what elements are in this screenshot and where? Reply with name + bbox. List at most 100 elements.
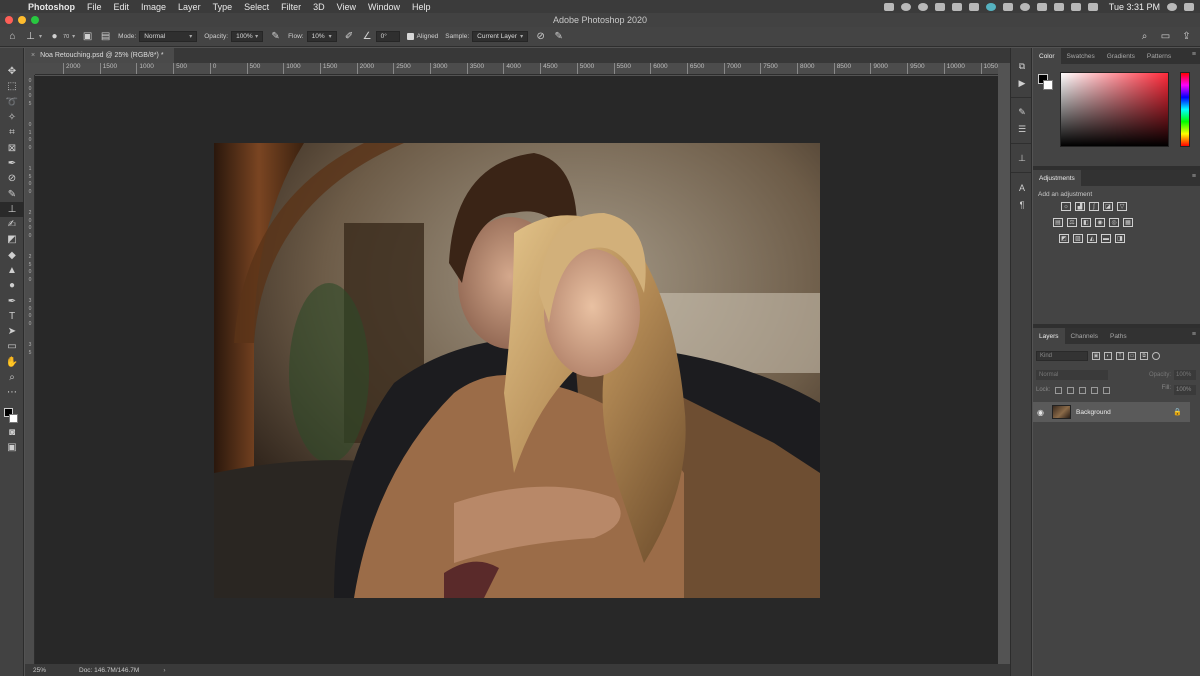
paragraph-panel-icon[interactable]: ¶ <box>1011 196 1033 213</box>
smart-object-filter-icon[interactable]: ⧉ <box>1140 352 1148 360</box>
lock-image-icon[interactable] <box>1067 386 1075 394</box>
exposure-icon[interactable]: ◪ <box>1103 202 1113 211</box>
color-lookup-icon[interactable]: ▦ <box>1123 218 1133 227</box>
black-white-icon[interactable]: ◧ <box>1081 218 1091 227</box>
angle-input[interactable]: 0° <box>375 31 400 42</box>
path-select-tool-icon[interactable]: ➤ <box>0 324 24 339</box>
tab-color[interactable]: Color <box>1033 48 1061 64</box>
quick-select-tool-icon[interactable]: ✧ <box>0 110 24 125</box>
close-tab-icon[interactable]: × <box>31 52 35 59</box>
menu-window[interactable]: Window <box>362 2 406 12</box>
document-image[interactable] <box>214 143 820 598</box>
menu-file[interactable]: File <box>81 2 108 12</box>
hand-tool-icon[interactable]: ✋ <box>0 355 24 370</box>
character-panel-icon[interactable]: A <box>1011 179 1033 196</box>
aligned-checkbox[interactable] <box>406 33 414 40</box>
crop-tool-icon[interactable]: ⌗ <box>0 125 24 140</box>
panel-menu-icon[interactable]: ≡ <box>1192 173 1196 180</box>
panel-menu-icon[interactable]: ≡ <box>1192 331 1196 338</box>
panel-menu-icon[interactable]: ≡ <box>1192 51 1196 58</box>
history-panel-icon[interactable]: ⧉ <box>1011 58 1033 75</box>
spotlight-search-icon[interactable] <box>1167 2 1177 11</box>
layer-filter-kind[interactable]: Kind <box>1036 351 1088 361</box>
layer-lock-icon[interactable]: 🔒 <box>1173 408 1182 416</box>
pen-tool-icon[interactable]: ✒ <box>0 293 24 308</box>
rectangle-tool-icon[interactable]: ▭ <box>0 339 24 354</box>
blur-tool-icon[interactable]: ▲ <box>0 263 24 278</box>
ruler-origin[interactable] <box>25 63 35 75</box>
vibrance-icon[interactable]: ▽ <box>1117 202 1127 211</box>
screen-mode-icon[interactable]: ▣ <box>0 440 24 455</box>
brush-settings-icon[interactable]: ▣ <box>82 31 93 42</box>
clone-source-panel-icon[interactable]: ⊥ <box>1011 150 1033 167</box>
move-tool-icon[interactable]: ✥ <box>0 64 24 79</box>
fill-input[interactable]: 100% <box>1174 385 1196 395</box>
lock-position-icon[interactable] <box>1079 386 1087 394</box>
color-picker-field[interactable] <box>1060 72 1169 147</box>
wifi-icon[interactable] <box>1053 2 1064 11</box>
background-color-chip[interactable] <box>1043 80 1053 90</box>
spot-healing-tool-icon[interactable]: ⊘ <box>0 171 24 186</box>
zoom-level[interactable]: 25% <box>25 667 65 674</box>
tab-swatches[interactable]: Swatches <box>1061 48 1101 64</box>
hue-saturation-icon[interactable]: ▤ <box>1053 218 1063 227</box>
actions-panel-icon[interactable]: ▶ <box>1011 75 1033 92</box>
channel-mixer-icon[interactable]: ◎ <box>1109 218 1119 227</box>
tab-layers[interactable]: Layers <box>1033 328 1065 344</box>
pressure-size-icon[interactable]: ✎ <box>553 31 564 42</box>
layer-row-background[interactable]: ◉ Background 🔒 <box>1033 402 1190 422</box>
pixel-filter-icon[interactable]: ▣ <box>1092 352 1100 360</box>
eyedropper-tool-icon[interactable]: ✒ <box>0 156 24 171</box>
threshold-icon[interactable]: ◭ <box>1087 234 1097 243</box>
document-tab[interactable]: × Noa Retouching.psd @ 25% (RGB/8*) * <box>25 48 174 63</box>
bluetooth-icon[interactable] <box>1036 2 1047 11</box>
flow-input[interactable]: 10% ▾ <box>306 31 337 42</box>
paint-bucket-tool-icon[interactable]: ◆ <box>0 248 24 263</box>
app-status-icon[interactable] <box>985 2 996 11</box>
battery-icon[interactable] <box>1087 2 1098 11</box>
filter-toggle-icon[interactable] <box>1152 352 1160 360</box>
canvas-area[interactable] <box>35 76 998 664</box>
type-filter-icon[interactable]: T <box>1116 352 1124 360</box>
dropbox-icon[interactable] <box>951 2 962 11</box>
hue-slider[interactable] <box>1180 72 1190 147</box>
eraser-tool-icon[interactable]: ◩ <box>0 232 24 247</box>
diamond-icon[interactable] <box>1019 2 1030 11</box>
more-tools-icon[interactable]: ⋯ <box>0 385 24 400</box>
mode-select[interactable]: Normal ▾ <box>139 31 198 42</box>
blend-mode-select[interactable]: Normal <box>1036 370 1108 380</box>
lasso-tool-icon[interactable]: ➰ <box>0 95 24 110</box>
selective-color-icon[interactable]: ◨ <box>1115 234 1125 243</box>
tab-gradients[interactable]: Gradients <box>1101 48 1141 64</box>
share-icon[interactable]: ⇪ <box>1181 31 1192 42</box>
flag-icon[interactable] <box>900 2 911 11</box>
lock-artboard-icon[interactable] <box>1091 386 1099 394</box>
menu-edit[interactable]: Edit <box>108 2 136 12</box>
badge-icon[interactable] <box>917 2 928 11</box>
home-icon[interactable]: ⌂ <box>7 31 18 42</box>
brush-settings-panel-icon[interactable]: ✎ <box>1011 104 1033 121</box>
pressure-opacity-icon[interactable]: ✎ <box>270 31 281 42</box>
invert-icon[interactable]: ◩ <box>1059 234 1069 243</box>
bolt-icon[interactable] <box>1002 2 1013 11</box>
visibility-eye-icon[interactable]: ◉ <box>1033 408 1048 417</box>
menu-filter[interactable]: Filter <box>275 2 307 12</box>
zoom-tool-icon[interactable]: ⌕ <box>0 370 24 385</box>
tab-patterns[interactable]: Patterns <box>1141 48 1177 64</box>
horizontal-ruler[interactable]: 2000 1500 1000 500 0 500 1000 1500 2000 2500 3000 3… <box>35 63 998 75</box>
brightness-contrast-icon[interactable]: ☼ <box>1061 202 1071 211</box>
menu-image[interactable]: Image <box>135 2 172 12</box>
clock[interactable]: Tue 3:31 PM <box>1109 2 1160 12</box>
lock-transparent-icon[interactable] <box>1055 386 1063 394</box>
properties-panel-icon[interactable]: ☰ <box>1011 121 1033 138</box>
curves-icon[interactable]: ∫ <box>1089 202 1099 211</box>
dodge-tool-icon[interactable]: ● <box>0 278 24 293</box>
layer-opacity-input[interactable]: 100% <box>1174 370 1196 380</box>
menu-layer[interactable]: Layer <box>172 2 207 12</box>
levels-icon[interactable]: ▟ <box>1075 202 1085 211</box>
color-balance-icon[interactable]: ⚖ <box>1067 218 1077 227</box>
background-color-swatch[interactable] <box>9 414 18 423</box>
menu-photoshop[interactable]: Photoshop <box>22 2 81 12</box>
airbrush-icon[interactable]: ✐ <box>344 31 355 42</box>
ignore-adjustment-layers-icon[interactable]: ⊘ <box>535 31 546 42</box>
